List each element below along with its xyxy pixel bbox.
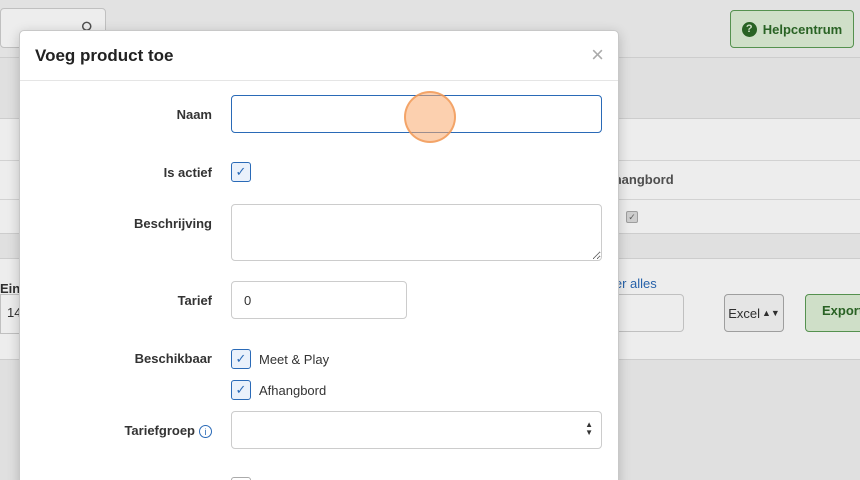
add-product-modal: Voeg product toe × Naam Is actief ✓ Besc… bbox=[19, 30, 619, 480]
meet-play-checkbox[interactable]: ✓ bbox=[231, 349, 251, 369]
cursor-indicator bbox=[404, 91, 456, 143]
tariefgroep-label: Tariefgroep i bbox=[32, 423, 212, 439]
beschrijving-label: Beschrijving bbox=[133, 216, 212, 231]
check-icon: ✓ bbox=[235, 351, 247, 366]
tarief-input[interactable] bbox=[231, 281, 407, 319]
check-icon: ✓ bbox=[235, 164, 247, 179]
chevron-updown-icon: ▲ ▼ bbox=[585, 420, 593, 437]
close-icon[interactable]: × bbox=[591, 43, 604, 67]
tarief-label: Tarief bbox=[177, 293, 212, 308]
afhangbord-checkbox[interactable]: ✓ bbox=[231, 380, 251, 400]
tariefgroep-select[interactable]: ▲ ▼ bbox=[231, 411, 602, 449]
meet-play-label: Meet & Play bbox=[259, 352, 330, 367]
afhangbord-label: Afhangbord bbox=[259, 383, 327, 398]
beschikbaar-label: Beschikbaar bbox=[134, 351, 212, 366]
actief-label: Is actief bbox=[163, 165, 212, 180]
modal-header: Voeg product toe × bbox=[20, 31, 618, 81]
check-icon: ✓ bbox=[235, 382, 247, 397]
info-icon[interactable]: i bbox=[199, 425, 212, 439]
tariefgroep-label-text: Tariefgroep bbox=[124, 423, 195, 438]
actief-checkbox[interactable]: ✓ bbox=[231, 162, 251, 182]
beschrijving-textarea[interactable] bbox=[231, 204, 602, 261]
naam-label: Naam bbox=[176, 107, 212, 122]
modal-title: Voeg product toe bbox=[35, 46, 174, 65]
